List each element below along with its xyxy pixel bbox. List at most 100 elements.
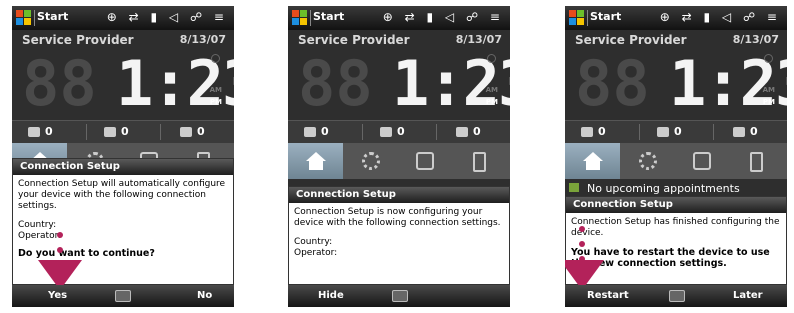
voicemail-icon [28,127,40,137]
missed-calls-count: 0 [473,125,481,138]
dialog-title: Connection Setup [13,159,233,175]
message-icon [104,127,116,137]
clock-ghost-digits: 88 [575,47,650,120]
messages-counter[interactable]: 0 [104,125,129,138]
messages-counter[interactable]: 0 [380,125,405,138]
missed-calls-counter[interactable]: 0 [180,125,205,138]
notification-counters: 0 0 0 [12,120,234,144]
service-provider: Service Provider [575,33,687,47]
voicemail-count: 0 [321,125,329,138]
clock[interactable]: 88 1:23 AM PM [20,52,234,116]
phone-screen-2: Start ⊕ ⇄ ▮ ◁ ☍ ≡ Service Provider 8/13/… [288,6,510,307]
voicemail-count: 0 [598,125,606,138]
pm-label: PM [762,98,775,106]
dialog-title: Connection Setup [289,187,509,203]
clock[interactable]: 88 1:23 AM PM [296,52,510,116]
connection-setup-dialog: Connection Setup Connection Setup is now… [288,186,510,285]
tab-weather[interactable] [343,143,398,179]
separator [587,10,588,26]
pm-label: PM [485,98,498,106]
dot [579,241,585,247]
status-bar: Start ⊕ ⇄ ▮ ◁ ☍ ≡ [288,6,510,30]
start-button[interactable]: Start [37,10,68,23]
left-softkey[interactable]: Yes [48,290,67,301]
start-button[interactable]: Start [313,10,344,23]
alarm-icon [487,54,496,63]
divider [713,124,714,140]
date: 8/13/07 [455,33,502,46]
dialog-message: Connection Setup has finished configurin… [571,217,780,238]
home-tabs [565,143,787,179]
appointments-text: No upcoming appointments [587,182,740,195]
keyboard-icon[interactable] [669,290,685,302]
separator [34,10,35,26]
notification-counters: 0 0 0 [565,120,787,144]
music-phone-icon [750,152,763,172]
phone-icon [180,127,192,137]
system-tray-icons[interactable]: ⊕ ⇄ ▮ ◁ ☍ ≡ [383,10,504,24]
tab-launcher[interactable] [398,143,453,179]
system-tray-icons[interactable]: ⊕ ⇄ ▮ ◁ ☍ ≡ [107,10,228,24]
clock[interactable]: 88 1:23 AM PM [573,47,787,120]
date: 8/13/07 [179,33,226,46]
keyboard-icon[interactable] [115,290,131,302]
dialog-message: Connection Setup will automatically conf… [18,179,226,211]
pm-label: PM [209,98,222,106]
right-softkey[interactable]: Later [733,290,763,301]
phone-screen-3: Start ⊕ ⇄ ▮ ◁ ☍ ≡ Service Provider 8/13/… [565,6,787,307]
missed-calls-counter[interactable]: 0 [456,125,481,138]
alarm-icon [764,54,773,63]
divider [86,124,87,140]
voicemail-counter[interactable]: 0 [28,125,53,138]
right-softkey[interactable]: No [197,290,212,301]
messages-count: 0 [121,125,129,138]
service-provider: Service Provider [298,33,410,47]
operator-label: Operator: [18,231,62,241]
tab-weather[interactable] [620,143,675,179]
start-windows-icon[interactable] [569,10,585,26]
status-bar: Start ⊕ ⇄ ▮ ◁ ☍ ≡ [12,6,234,30]
left-softkey[interactable]: Restart [587,290,629,301]
date: 8/13/07 [732,33,779,46]
messages-count: 0 [674,125,682,138]
voicemail-counter[interactable]: 0 [304,125,329,138]
operator-label: Operator: [294,248,338,258]
voicemail-counter[interactable]: 0 [581,125,606,138]
left-softkey[interactable]: Hide [318,290,344,301]
grid-icon [416,152,434,170]
country-label: Country: [294,237,333,247]
dialog-body: Connection Setup will automatically conf… [13,175,233,263]
alarm-icon [211,54,220,63]
home-tabs [288,143,510,179]
am-label: AM [762,86,775,94]
dot [57,247,63,253]
dialog-prompt: Do you want to continue? [18,248,155,259]
keyboard-icon[interactable] [392,290,408,302]
softkey-bar: Restart Later [565,285,787,307]
divider [639,124,640,140]
sun-icon [362,152,380,170]
service-provider: Service Provider [22,33,134,47]
home-icon-base [309,161,323,170]
missed-calls-counter[interactable]: 0 [733,125,758,138]
system-tray-icons[interactable]: ⊕ ⇄ ▮ ◁ ☍ ≡ [660,10,781,24]
tab-home[interactable] [565,143,620,179]
phone-icon [456,127,468,137]
tab-launcher[interactable] [675,143,730,179]
start-windows-icon[interactable] [292,10,308,26]
messages-counter[interactable]: 0 [657,125,682,138]
dot [57,232,63,238]
tab-music[interactable] [730,143,785,179]
appointments-row[interactable]: No upcoming appointments [565,182,787,196]
tab-home[interactable] [288,143,343,179]
dot [579,226,585,232]
am-label: AM [485,86,498,94]
calendar-icon [569,183,579,192]
voicemail-icon [581,127,593,137]
tab-music[interactable] [453,143,508,179]
start-button[interactable]: Start [590,10,621,23]
start-windows-icon[interactable] [16,10,32,26]
softkey-bar: Yes No [12,285,234,307]
home-icon-base [586,161,600,170]
phone-screen-1: Start ⊕ ⇄ ▮ ◁ ☍ ≡ Service Provider 8/13/… [12,6,234,307]
